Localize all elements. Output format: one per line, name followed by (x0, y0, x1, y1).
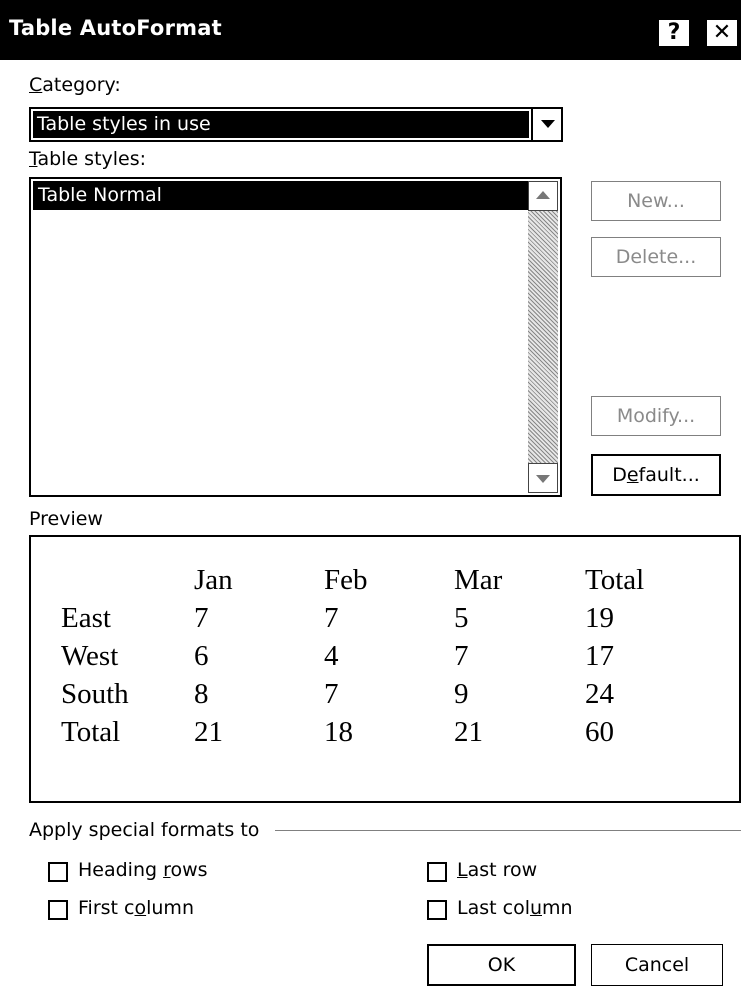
preview-cell: 9 (454, 678, 469, 710)
heading-rows-label[interactable]: Heading rows (78, 859, 208, 881)
first-column-checkbox[interactable] (48, 900, 68, 920)
preview-cell: 4 (324, 640, 339, 672)
new-button[interactable]: New... (591, 181, 721, 221)
delete-button[interactable]: Delete... (591, 237, 721, 277)
scroll-up-icon (536, 191, 550, 199)
dialog-title: Table AutoFormat (9, 16, 222, 40)
heading-rows-checkbox[interactable] (48, 862, 68, 882)
scroll-up-button[interactable] (528, 181, 558, 211)
last-column-checkbox[interactable] (427, 900, 447, 920)
table-styles-list[interactable]: Table Normal (29, 177, 562, 497)
category-selected-value: Table styles in use (33, 111, 529, 138)
preview-cell: 7 (324, 602, 339, 634)
list-item-table-normal[interactable]: Table Normal (33, 181, 529, 210)
preview-cell: 60 (585, 716, 614, 748)
preview-cell: 21 (454, 716, 483, 748)
last-column-label[interactable]: Last column (457, 897, 573, 919)
preview-cell: 18 (324, 716, 353, 748)
preview-col-header-total: Total (585, 564, 645, 596)
category-label: Category: (29, 74, 121, 96)
preview-row-label-west: West (61, 640, 119, 672)
preview-box: Jan Feb Mar Total East 7 7 5 19 West 6 4… (29, 535, 741, 803)
preview-cell: 21 (194, 716, 223, 748)
ok-button[interactable]: OK (427, 944, 576, 986)
default-button[interactable]: Default... (591, 454, 721, 496)
preview-cell: 7 (194, 602, 209, 634)
preview-cell: 6 (194, 640, 209, 672)
list-scrollbar[interactable] (528, 181, 558, 493)
chevron-down-icon (541, 120, 555, 128)
preview-col-header-feb: Feb (324, 564, 368, 596)
modify-button[interactable]: Modify... (591, 396, 721, 436)
preview-cell: 7 (324, 678, 339, 710)
preview-row-label-south: South (61, 678, 129, 710)
help-icon[interactable]: ? (657, 18, 691, 48)
cancel-button[interactable]: Cancel (591, 944, 723, 986)
table-autoformat-dialog: Table AutoFormat ? ✕ Category: Table sty… (0, 0, 741, 997)
table-styles-label: Table styles: (29, 148, 147, 170)
preview-row-label-total: Total (61, 716, 121, 748)
preview-col-header-mar: Mar (454, 564, 503, 596)
special-formats-label: Apply special formats to (29, 819, 260, 841)
preview-cell: 7 (454, 640, 469, 672)
group-divider (275, 830, 741, 831)
preview-cell: 24 (585, 678, 614, 710)
close-icon[interactable]: ✕ (705, 18, 739, 48)
preview-cell: 5 (454, 602, 469, 634)
last-row-checkbox[interactable] (427, 862, 447, 882)
category-dropdown[interactable]: Table styles in use (29, 107, 563, 142)
preview-label: Preview (29, 508, 103, 530)
preview-cell: 8 (194, 678, 209, 710)
preview-cell: 19 (585, 602, 614, 634)
title-bar[interactable]: Table AutoFormat ? ✕ (0, 0, 741, 60)
first-column-label[interactable]: First column (78, 897, 194, 919)
preview-row-label-east: East (61, 602, 111, 634)
category-dropdown-button[interactable] (531, 109, 561, 140)
scroll-down-button[interactable] (528, 463, 558, 493)
scroll-down-icon (536, 475, 550, 483)
preview-cell: 17 (585, 640, 614, 672)
preview-col-header-jan: Jan (194, 564, 233, 596)
last-row-label[interactable]: Last row (457, 859, 537, 881)
